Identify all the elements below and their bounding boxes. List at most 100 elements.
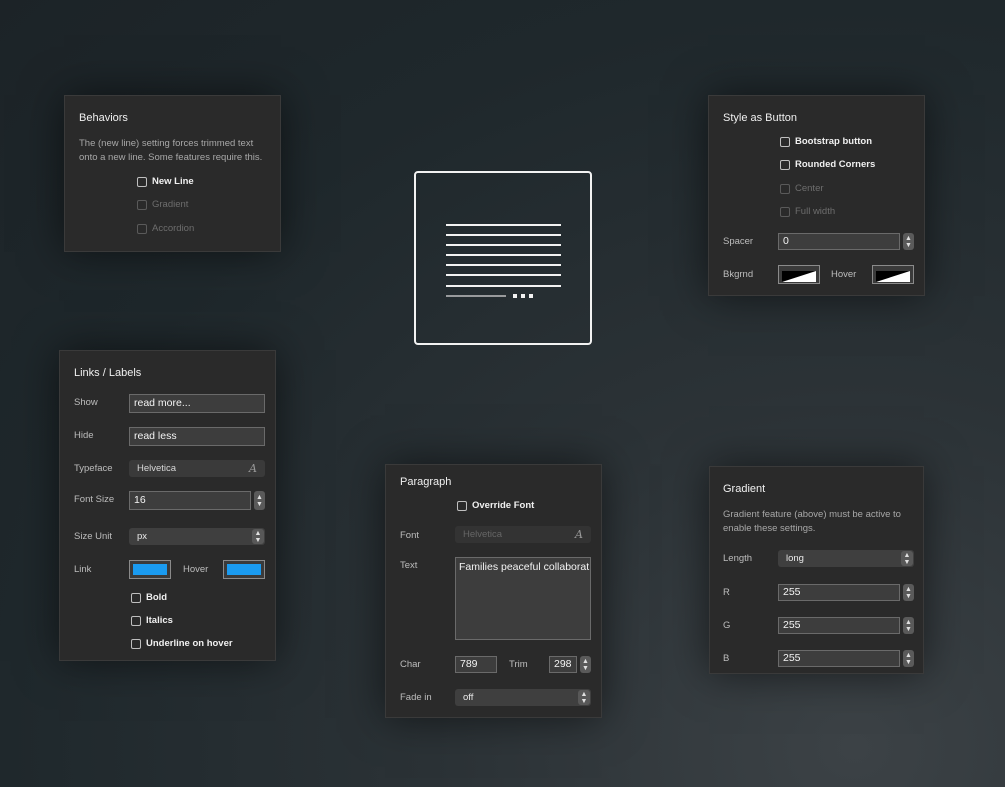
size-unit-select[interactable]: px ▲ ▼ — [129, 528, 265, 545]
checkbox-box — [137, 176, 147, 187]
font-size-label: Font Size — [74, 494, 115, 505]
checkbox-box — [780, 136, 790, 147]
r-stepper[interactable]: ▲ ▼ — [903, 584, 914, 601]
checkbox-label: Full width — [795, 206, 836, 217]
text-preview-icon — [414, 171, 592, 345]
show-input[interactable]: read more... — [129, 394, 265, 413]
length-label: Length — [723, 553, 753, 564]
b-label: B — [723, 653, 730, 664]
trim-label: Trim — [509, 659, 528, 670]
hide-label: Hide — [74, 430, 94, 441]
rounded-corners-checkbox[interactable]: Rounded Corners — [780, 159, 875, 170]
r-label: R — [723, 587, 730, 598]
checkbox-label: Underline on hover — [146, 638, 233, 649]
checkbox-label: Accordion — [152, 223, 195, 234]
fade-in-label: Fade in — [400, 692, 432, 703]
font-icon: A — [249, 462, 257, 475]
stepper-up-icon: ▲ — [905, 651, 912, 659]
checkbox-box — [780, 206, 790, 217]
stepper-up-icon: ▲ — [256, 493, 263, 501]
stepper-up-icon: ▲ — [905, 234, 912, 242]
bootstrap-button-checkbox[interactable]: Bootstrap button — [780, 136, 872, 147]
r-input[interactable]: 255 — [778, 584, 900, 601]
fade-in-select[interactable]: off ▲ ▼ — [455, 689, 591, 706]
center-checkbox[interactable]: Center — [780, 183, 824, 194]
stepper-down-icon: ▼ — [582, 664, 589, 672]
checkbox-label: Override Font — [472, 500, 535, 511]
fade-in-value: off — [463, 692, 474, 703]
stepper-down-icon: ▼ — [905, 658, 912, 666]
length-value: long — [786, 553, 804, 564]
accordion-checkbox[interactable]: Accordion — [137, 223, 194, 234]
stepper-down-icon: ▼ — [905, 241, 912, 249]
truncated-text-graphic — [446, 224, 561, 298]
link-label: Link — [74, 564, 92, 575]
full-width-checkbox[interactable]: Full width — [780, 206, 835, 217]
chevron-updown-icon: ▲ ▼ — [252, 529, 264, 544]
spacer-input[interactable]: 0 — [778, 233, 900, 250]
stepper-up-icon: ▲ — [905, 618, 912, 626]
panel-title: Behaviors — [79, 112, 128, 124]
text-area[interactable]: Families peaceful collaborat — [455, 557, 591, 640]
hover-color-swatch[interactable] — [872, 265, 914, 284]
chevron-updown-icon: ▲ ▼ — [901, 551, 913, 566]
trim-input[interactable]: 298 — [549, 656, 577, 673]
typeface-label: Typeface — [74, 463, 113, 474]
hover-color-fill — [227, 564, 261, 575]
panel-title: Links / Labels — [74, 367, 142, 379]
show-label: Show — [74, 397, 98, 408]
panel-title: Gradient — [723, 483, 766, 495]
override-font-checkbox[interactable]: Override Font — [457, 500, 534, 511]
checkbox-box — [131, 638, 141, 649]
gradient-swatch-graphic — [876, 271, 910, 282]
bkgrnd-color-swatch[interactable] — [778, 265, 820, 284]
gradient-swatch-graphic — [782, 271, 816, 282]
char-label: Char — [400, 659, 421, 670]
stepper-down-icon: ▼ — [905, 592, 912, 600]
link-color-swatch[interactable] — [129, 560, 171, 579]
hide-input[interactable]: read less — [129, 427, 265, 446]
b-stepper[interactable]: ▲ ▼ — [903, 650, 914, 667]
link-color-fill — [133, 564, 167, 575]
length-select[interactable]: long ▲ ▼ — [778, 550, 914, 567]
checkbox-label: Gradient — [152, 199, 189, 210]
g-input[interactable]: 255 — [778, 617, 900, 634]
stepper-down-icon: ▼ — [256, 500, 263, 508]
checkbox-box — [131, 615, 141, 626]
font-size-input[interactable]: 16 — [129, 491, 251, 510]
behaviors-panel: Behaviors The (new line) setting forces … — [64, 95, 281, 252]
checkbox-label: New Line — [152, 176, 194, 187]
style-as-button-panel: Style as Button Bootstrap button Rounded… — [708, 95, 925, 296]
new-line-checkbox[interactable]: New Line — [137, 176, 194, 187]
checkbox-box — [137, 223, 147, 234]
font-label: Font — [400, 530, 420, 541]
typeface-select[interactable]: Helvetica A — [129, 460, 265, 477]
links-labels-panel: Links / Labels Show read more... Hide re… — [59, 350, 276, 661]
stepper-up-icon: ▲ — [905, 585, 912, 593]
panel-title: Style as Button — [723, 112, 797, 124]
italics-checkbox[interactable]: Italics — [131, 615, 173, 626]
underline-on-hover-checkbox[interactable]: Underline on hover — [131, 638, 233, 649]
font-size-stepper[interactable]: ▲ ▼ — [254, 491, 265, 510]
stepper-down-icon: ▼ — [905, 625, 912, 633]
checkbox-label: Rounded Corners — [795, 159, 876, 170]
checkbox-label: Italics — [146, 615, 173, 626]
checkbox-box — [131, 592, 141, 603]
panel-description: The (new line) setting forces trimmed te… — [79, 138, 263, 163]
bold-checkbox[interactable]: Bold — [131, 592, 167, 603]
checkbox-box — [137, 199, 147, 210]
g-stepper[interactable]: ▲ ▼ — [903, 617, 914, 634]
font-value: Helvetica — [463, 529, 503, 540]
hover-color-swatch[interactable] — [223, 560, 265, 579]
trim-stepper[interactable]: ▲ ▼ — [580, 656, 591, 673]
font-icon: A — [575, 528, 583, 541]
b-input[interactable]: 255 — [778, 650, 900, 667]
stepper-up-icon: ▲ — [582, 657, 589, 665]
bkgrnd-label: Bkgrnd — [723, 269, 754, 280]
char-input[interactable]: 789 — [455, 656, 497, 673]
checkbox-box — [780, 183, 790, 194]
font-select[interactable]: Helvetica A — [455, 526, 591, 543]
gradient-checkbox[interactable]: Gradient — [137, 199, 188, 210]
chevron-updown-icon: ▲ ▼ — [578, 690, 590, 705]
spacer-stepper[interactable]: ▲ ▼ — [903, 233, 914, 250]
